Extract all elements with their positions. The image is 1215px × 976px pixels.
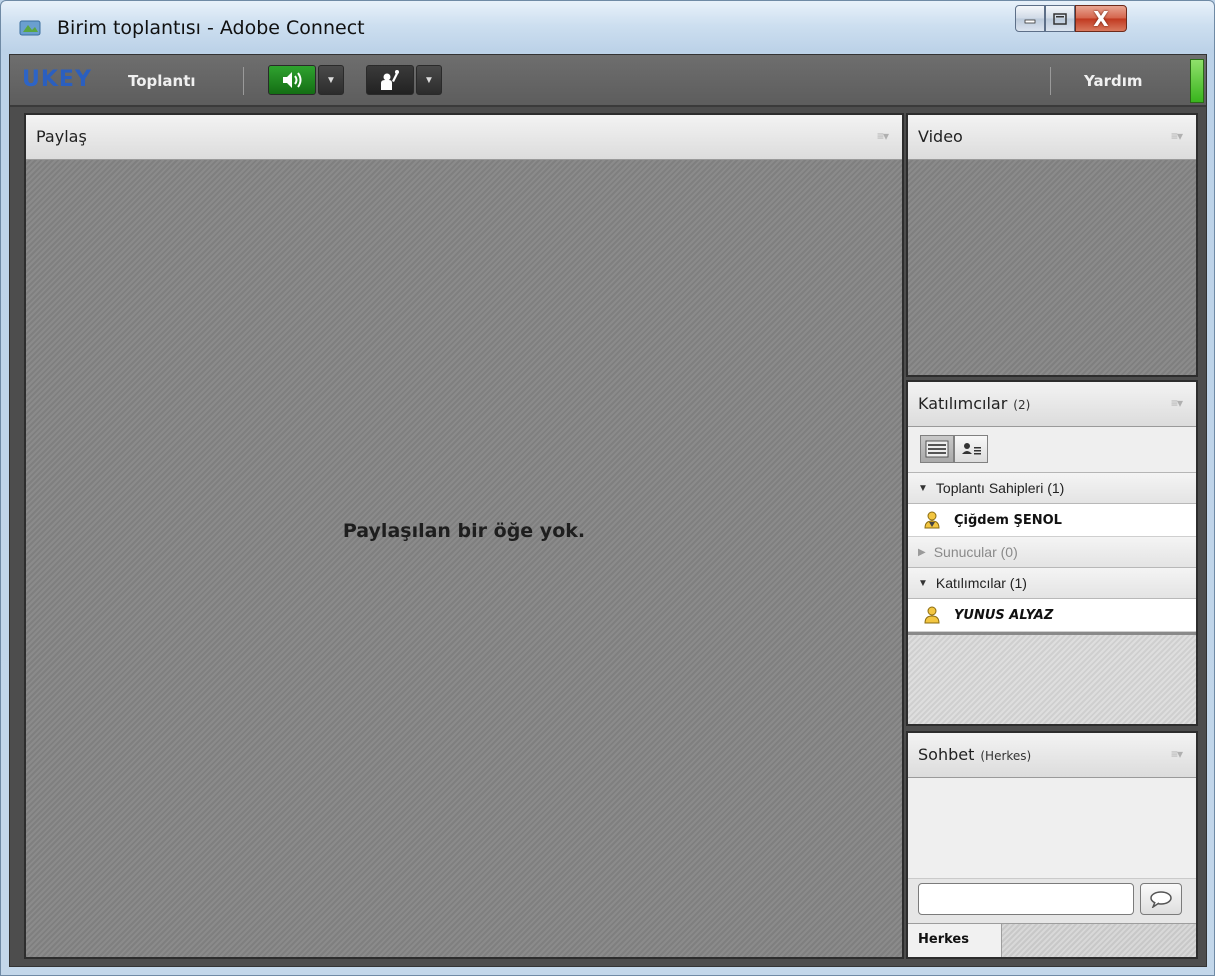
raise-hand-button[interactable] [366, 65, 414, 95]
attendee-list-empty-area [908, 635, 1196, 724]
attendees-title-text: Katılımcılar [918, 394, 1008, 413]
pod-options-icon[interactable]: ≡▾ [1171, 396, 1183, 410]
speaker-icon [283, 72, 302, 88]
adobe-connect-icon [19, 20, 41, 36]
attendees-pod-header: Katılımcılar (2) ≡▾ [908, 382, 1196, 427]
attendee-row[interactable]: Çiğdem ŞENOL [908, 504, 1196, 537]
group-presenters-label: Sunucular (0) [933, 544, 1018, 560]
video-pod-header: Video ≡▾ [908, 115, 1196, 160]
attendee-name: Çiğdem ŞENOL [954, 512, 1062, 528]
meeting-menu[interactable]: Toplantı [128, 72, 196, 90]
app-window: Birim toplantısı - Adobe Connect X UKEY … [0, 0, 1215, 976]
chat-tab-bar: Herkes [908, 923, 1196, 957]
pod-options-icon[interactable]: ≡▾ [1171, 747, 1183, 761]
minimize-button[interactable] [1015, 5, 1045, 32]
toolbar-divider [1050, 67, 1051, 95]
person-list-icon [962, 443, 981, 455]
group-hosts-label: Toplantı Sahipleri (1) [935, 480, 1065, 496]
raise-hand-icon [381, 70, 399, 90]
minimize-icon [1024, 19, 1036, 23]
maximize-button[interactable] [1045, 5, 1075, 32]
video-area [908, 160, 1196, 375]
chevron-down-icon: ▼ [326, 74, 336, 86]
attendee-view-toolbar [908, 427, 1196, 473]
chat-title-text: Sohbet [918, 745, 975, 764]
attendees-pod-title: Katılımcılar (2) [918, 394, 1030, 413]
toolbar-divider [243, 67, 244, 95]
expanded-arrow-icon: ▼ [918, 577, 928, 589]
group-participants-label: Katılımcılar (1) [935, 575, 1027, 591]
share-area [26, 160, 902, 957]
group-presenters[interactable]: ▶ Sunucular (0) [908, 537, 1196, 568]
pod-options-icon[interactable]: ≡▾ [1171, 129, 1183, 143]
empty-share-message: Paylaşılan bir öğe yok. [342, 520, 586, 542]
attendee-row[interactable]: YUNUS ALYAZ [908, 599, 1196, 632]
speaker-button[interactable] [268, 65, 316, 95]
video-pod-title: Video [918, 127, 963, 146]
list-view-icon [925, 440, 949, 458]
chat-input[interactable] [918, 883, 1134, 915]
list-view-button[interactable] [920, 435, 954, 463]
window-title: Birim toplantısı - Adobe Connect [57, 17, 365, 39]
status-view-button[interactable] [954, 435, 988, 463]
chevron-down-icon: ▼ [424, 74, 434, 86]
chat-input-row [908, 879, 1196, 925]
chat-messages [908, 778, 1196, 879]
tab-everyone[interactable]: Herkes [908, 924, 1002, 957]
host-icon [922, 510, 942, 530]
expanded-arrow-icon: ▼ [918, 482, 928, 494]
group-participants[interactable]: ▼ Katılımcılar (1) [908, 568, 1196, 599]
pod-options-icon[interactable]: ≡▾ [877, 129, 889, 143]
close-icon: X [1093, 6, 1109, 31]
share-pod-title: Paylaş [36, 127, 87, 146]
share-pod-header: Paylaş ≡▾ [26, 115, 902, 160]
share-pod: Paylaş ≡▾ Paylaşılan bir öğe yok. [24, 113, 904, 959]
collapsed-arrow-icon: ▶ [918, 546, 926, 558]
chat-pod-title: Sohbet (Herkes) [918, 745, 1031, 764]
attendees-pod: Katılımcılar (2) ≡▾ ▼ Toplantı Sahipleri… [906, 380, 1198, 726]
title-bar: Birim toplantısı - Adobe Connect X [1, 1, 1214, 53]
group-hosts[interactable]: ▼ Toplantı Sahipleri (1) [908, 473, 1196, 504]
chat-pod: Sohbet (Herkes) ≡▾ Herkes [906, 731, 1198, 959]
status-dropdown-button[interactable]: ▼ [416, 65, 442, 95]
ukey-logo: UKEY [22, 67, 92, 92]
attendee-name: YUNUS ALYAZ [954, 607, 1054, 623]
connection-status-indicator [1190, 59, 1204, 103]
speaker-dropdown-button[interactable]: ▼ [318, 65, 344, 95]
participant-icon [922, 605, 942, 625]
send-message-button[interactable] [1140, 883, 1182, 915]
close-button[interactable]: X [1075, 5, 1127, 32]
chat-pod-header: Sohbet (Herkes) ≡▾ [908, 733, 1196, 778]
attendee-list: ▼ Toplantı Sahipleri (1) Çiğdem ŞENOL ▶ [908, 473, 1196, 632]
video-pod: Video ≡▾ [906, 113, 1198, 377]
main-toolbar: UKEY Toplantı ▼ ▼ Yardım [10, 55, 1206, 107]
help-menu[interactable]: Yardım [1084, 72, 1143, 90]
connect-client: UKEY Toplantı ▼ ▼ Yardım Paylaş ≡▾ Payla… [9, 54, 1207, 967]
speech-bubble-icon [1150, 891, 1172, 908]
chat-scope: (Herkes) [980, 749, 1032, 763]
maximize-icon [1053, 12, 1067, 25]
attendee-count: (2) [1013, 398, 1031, 412]
